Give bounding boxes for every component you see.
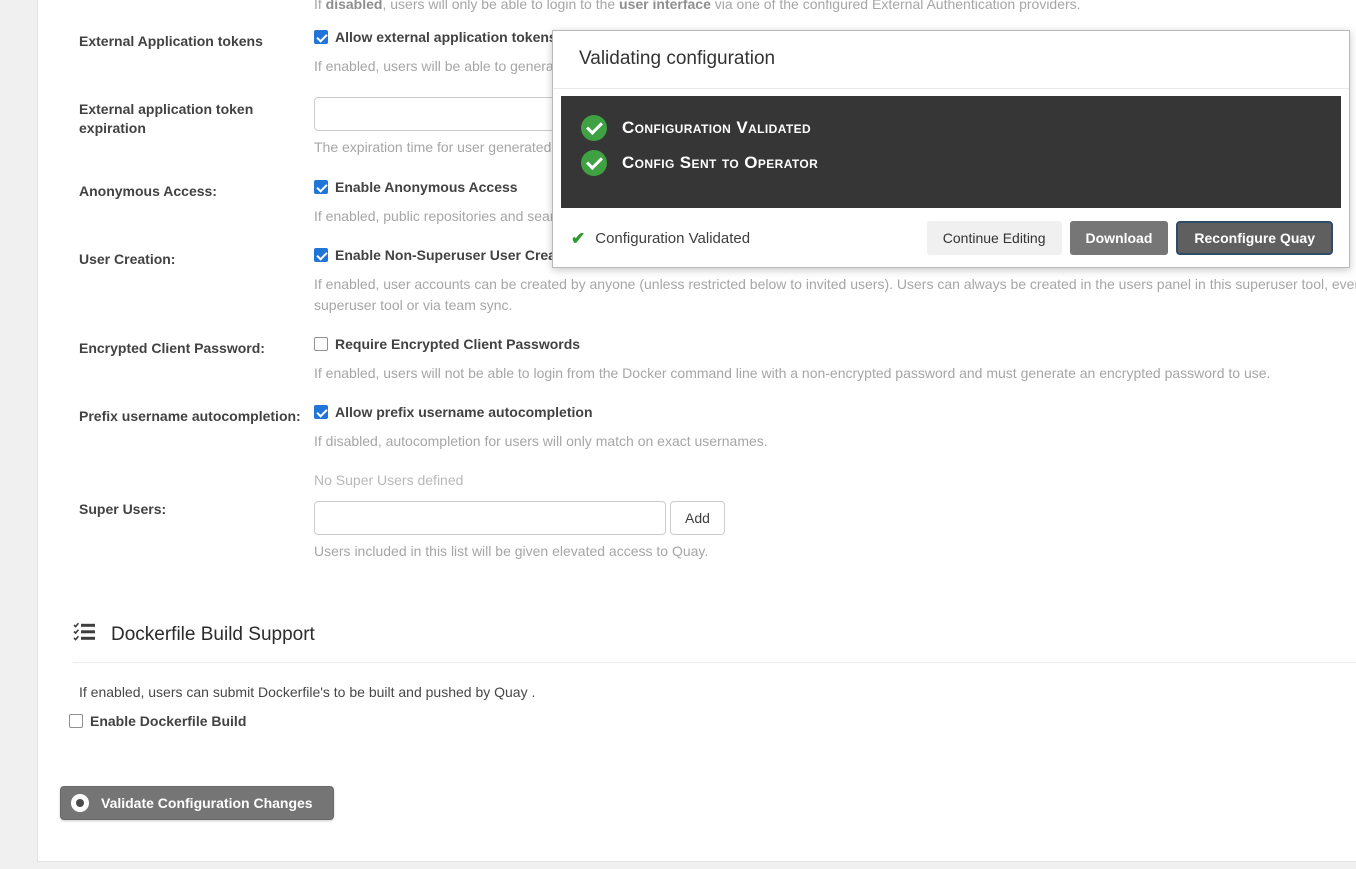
- validation-status-panel: Configuration Validated Config Sent to O…: [561, 96, 1341, 208]
- footer-status: ✔ Configuration Validated: [571, 230, 919, 247]
- checkbox-label: Require Encrypted Client Passwords: [335, 336, 580, 352]
- reconfigure-quay-button[interactable]: Reconfigure Quay: [1176, 221, 1333, 255]
- record-icon: [71, 794, 89, 812]
- checkbox-label: Allow prefix username autocompletion: [335, 404, 593, 420]
- allow-external-tokens-checkbox[interactable]: [314, 30, 328, 44]
- validate-configuration-button[interactable]: Validate Configuration Changes: [60, 786, 334, 820]
- checkbox-label: Allow external application tokens: [335, 29, 557, 45]
- status-row: Configuration Validated: [581, 115, 1341, 141]
- require-encrypted-passwords-checkbox[interactable]: [314, 337, 328, 351]
- external-auth-help-text: If disabled, users will only be able to …: [314, 0, 1356, 13]
- dockerfile-build-description: If enabled, users can submit Dockerfile'…: [79, 684, 1356, 700]
- download-button[interactable]: Download: [1070, 221, 1169, 255]
- modal-title: Validating configuration: [579, 48, 775, 69]
- enable-anonymous-access-checkbox[interactable]: [314, 180, 328, 194]
- status-label: Config Sent to Operator: [622, 153, 818, 173]
- super-user-input[interactable]: [314, 501, 666, 535]
- field-help-text: If enabled, users will not be able to lo…: [314, 365, 1356, 382]
- field-help-text: Users included in this list will be give…: [314, 543, 1356, 560]
- checkbox-label: Enable Anonymous Access: [335, 179, 518, 195]
- check-circle-icon: [581, 115, 607, 141]
- status-label: Configuration Validated: [622, 118, 811, 138]
- add-super-user-button[interactable]: Add: [670, 501, 725, 535]
- enable-dockerfile-build-checkbox[interactable]: [69, 714, 83, 728]
- section-divider: [73, 662, 1356, 663]
- checkbox-label: Enable Dockerfile Build: [90, 713, 246, 729]
- field-label: Prefix username autocompletion:: [79, 404, 314, 450]
- field-label: Encrypted Client Password:: [79, 336, 314, 382]
- no-super-users-text: No Super Users defined: [314, 472, 1356, 488]
- check-circle-icon: [581, 150, 607, 176]
- field-label: External Application tokens: [79, 29, 314, 75]
- enable-user-creation-checkbox[interactable]: [314, 248, 328, 262]
- modal-footer: ✔ Configuration Validated Continue Editi…: [553, 208, 1349, 268]
- row-encrypted-client-password: Encrypted Client Password: Require Encry…: [79, 336, 1356, 382]
- allow-prefix-autocompletion-checkbox[interactable]: [314, 405, 328, 419]
- row-prefix-autocompletion: Prefix username autocompletion: Allow pr…: [79, 404, 1356, 450]
- footer-status-text: Configuration Validated: [595, 230, 750, 247]
- check-icon: ✔: [571, 230, 585, 247]
- row-super-users: Super Users: No Super Users defined Add …: [79, 472, 1356, 560]
- section-title: Dockerfile Build Support: [111, 624, 315, 646]
- field-help-text: If disabled, autocompletion for users wi…: [314, 433, 1356, 450]
- tasks-icon: [73, 622, 96, 647]
- dockerfile-build-section-header: Dockerfile Build Support: [73, 622, 1356, 647]
- validating-configuration-modal: Validating configuration Configuration V…: [552, 30, 1350, 268]
- field-help-text: If enabled, user accounts can be created…: [314, 276, 1356, 314]
- field-label: External application token expiration: [79, 97, 314, 156]
- modal-header: Validating configuration: [553, 31, 1349, 89]
- checkbox-label: Enable Non-Superuser User Creation: [335, 247, 582, 263]
- field-label: Anonymous Access:: [79, 179, 314, 225]
- field-label: User Creation:: [79, 247, 314, 314]
- continue-editing-button[interactable]: Continue Editing: [927, 221, 1062, 255]
- status-row: Config Sent to Operator: [581, 150, 1341, 176]
- field-label: Super Users:: [79, 472, 314, 560]
